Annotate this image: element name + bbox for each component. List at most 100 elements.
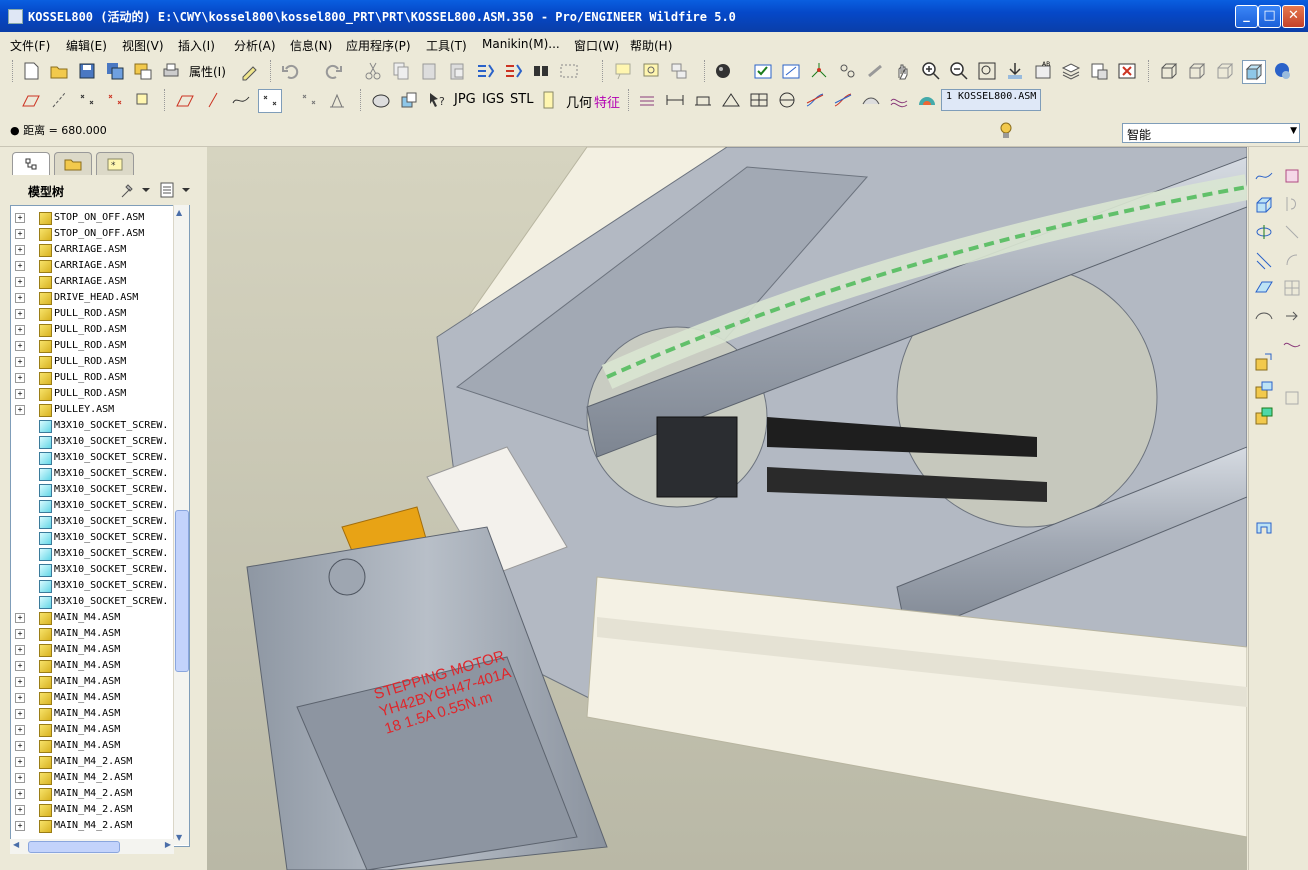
tree-item[interactable]: M3X10_SOCKET_SCREW. bbox=[11, 498, 171, 514]
rename-icon[interactable] bbox=[132, 60, 154, 82]
tree-item[interactable]: M3X10_SOCKET_SCREW. bbox=[11, 418, 171, 434]
undo-icon[interactable] bbox=[280, 60, 302, 82]
tree-item[interactable]: + MAIN_M4_2.ASM bbox=[11, 754, 171, 770]
tree-item[interactable]: + MAIN_M4_2.ASM bbox=[11, 818, 171, 834]
sweep-icon[interactable] bbox=[1253, 221, 1275, 243]
appearance-icon[interactable] bbox=[1272, 60, 1294, 82]
scroll-down-icon[interactable]: ▼ bbox=[176, 833, 182, 842]
copy-feature-icon[interactable] bbox=[1253, 351, 1275, 373]
tree-item[interactable]: M3X10_SOCKET_SCREW. bbox=[11, 434, 171, 450]
tab-folder-browser[interactable] bbox=[54, 152, 92, 175]
shading-icon[interactable] bbox=[712, 60, 734, 82]
graphics-window[interactable]: STEPPING MOTOR YH42BYGH47-401A 18 1.5A 0… bbox=[207, 147, 1247, 870]
menu-window[interactable]: 窗口(W) bbox=[574, 37, 619, 54]
expand-icon[interactable]: + bbox=[15, 741, 25, 751]
tree-item[interactable]: M3X10_SOCKET_SCREW. bbox=[11, 514, 171, 530]
find-icon[interactable] bbox=[530, 60, 552, 82]
tree-item[interactable]: M3X10_SOCKET_SCREW. bbox=[11, 450, 171, 466]
tree-item[interactable]: + STOP_ON_OFF.ASM bbox=[11, 226, 171, 242]
curve-analysis-icon[interactable] bbox=[804, 89, 826, 111]
expand-icon[interactable]: + bbox=[15, 677, 25, 687]
thicken-icon[interactable] bbox=[1253, 517, 1275, 539]
expand-icon[interactable]: + bbox=[15, 229, 25, 239]
annotation-icon[interactable] bbox=[612, 60, 634, 82]
tree-item[interactable]: + MAIN_M4_2.ASM bbox=[11, 786, 171, 802]
blend-icon[interactable] bbox=[1281, 221, 1303, 243]
tree-item[interactable]: + MAIN_M4.ASM bbox=[11, 706, 171, 722]
tree-item[interactable]: M3X10_SOCKET_SCREW. bbox=[11, 594, 171, 610]
extrude-icon[interactable] bbox=[1253, 193, 1275, 215]
tree-item[interactable]: + PULL_ROD.ASM bbox=[11, 370, 171, 386]
tree-item[interactable]: M3X10_SOCKET_SCREW. bbox=[11, 482, 171, 498]
expand-icon[interactable]: + bbox=[15, 341, 25, 351]
datum-plane-icon[interactable] bbox=[20, 89, 42, 111]
tree-vertical-scrollbar[interactable]: ▲ ▼ bbox=[173, 205, 189, 845]
no-hidden-icon[interactable] bbox=[1214, 60, 1236, 82]
menu-applications[interactable]: 应用程序(P) bbox=[346, 37, 411, 54]
toolbar-grip[interactable] bbox=[12, 60, 16, 82]
export-stl-button[interactable]: STL bbox=[510, 92, 533, 107]
sheet-icon[interactable] bbox=[538, 89, 560, 111]
reorient-icon[interactable] bbox=[1004, 60, 1026, 82]
zoom-in-icon[interactable] bbox=[920, 60, 942, 82]
layer-tree-icon[interactable] bbox=[1060, 60, 1082, 82]
lightbulb-icon[interactable] bbox=[1000, 121, 1012, 141]
mold-tool-icon[interactable] bbox=[636, 89, 658, 111]
maximize-button[interactable]: □ bbox=[1258, 5, 1281, 28]
insert-mode-icon[interactable] bbox=[1281, 305, 1303, 327]
expand-icon[interactable]: + bbox=[15, 293, 25, 303]
offset-icon[interactable] bbox=[298, 89, 320, 111]
scrollbar-thumb[interactable] bbox=[28, 841, 120, 853]
tree-item[interactable]: + MAIN_M4.ASM bbox=[11, 722, 171, 738]
expand-icon[interactable]: + bbox=[15, 645, 25, 655]
scroll-up-icon[interactable]: ▲ bbox=[176, 208, 182, 217]
feature-button[interactable]: 特征 bbox=[594, 92, 620, 111]
sketch-line-icon[interactable] bbox=[202, 89, 224, 111]
measure-length-icon[interactable] bbox=[692, 89, 714, 111]
tree-item[interactable]: + PULL_ROD.ASM bbox=[11, 386, 171, 402]
tree-item[interactable]: + MAIN_M4.ASM bbox=[11, 690, 171, 706]
expand-icon[interactable]: + bbox=[15, 213, 25, 223]
offset-feature-icon[interactable] bbox=[1281, 387, 1303, 409]
menu-analysis[interactable]: 分析(A) bbox=[234, 37, 276, 54]
expand-icon[interactable]: + bbox=[15, 757, 25, 767]
regenerate-icon[interactable] bbox=[474, 60, 496, 82]
round-icon[interactable] bbox=[1281, 249, 1303, 271]
expand-icon[interactable]: + bbox=[15, 325, 25, 335]
copy-icon[interactable] bbox=[390, 60, 412, 82]
curvature-icon[interactable] bbox=[832, 89, 854, 111]
tree-item[interactable]: + CARRIAGE.ASM bbox=[11, 274, 171, 290]
wireframe-icon[interactable] bbox=[1158, 60, 1180, 82]
measure-diameter-icon[interactable] bbox=[776, 89, 798, 111]
tree-item[interactable]: + CARRIAGE.ASM bbox=[11, 242, 171, 258]
component-icon[interactable] bbox=[370, 89, 392, 111]
expand-icon[interactable]: + bbox=[15, 629, 25, 639]
paste-special-icon[interactable] bbox=[446, 60, 468, 82]
toolbar-grip[interactable] bbox=[704, 60, 708, 82]
tree-item[interactable]: + PULLEY.ASM bbox=[11, 402, 171, 418]
boundary-blend-icon[interactable] bbox=[1253, 277, 1275, 299]
tree-item[interactable]: M3X10_SOCKET_SCREW. bbox=[11, 578, 171, 594]
tree-item[interactable]: + PULL_ROD.ASM bbox=[11, 322, 171, 338]
tree-item[interactable]: M3X10_SOCKET_SCREW. bbox=[11, 546, 171, 562]
expand-icon[interactable]: + bbox=[15, 357, 25, 367]
tree-item[interactable]: M3X10_SOCKET_SCREW. bbox=[11, 530, 171, 546]
scrollbar-thumb[interactable] bbox=[175, 510, 189, 672]
trim-icon[interactable] bbox=[1253, 405, 1275, 427]
regen-manager-icon[interactable] bbox=[502, 60, 524, 82]
point-tool-icon[interactable] bbox=[258, 89, 282, 113]
menu-tools[interactable]: 工具(T) bbox=[426, 37, 467, 54]
shaded-icon[interactable] bbox=[1242, 60, 1266, 84]
menu-insert[interactable]: 插入(I) bbox=[178, 37, 215, 54]
measure-area-icon[interactable] bbox=[748, 89, 770, 111]
expand-icon[interactable]: + bbox=[15, 405, 25, 415]
tree-item[interactable]: + MAIN_M4.ASM bbox=[11, 610, 171, 626]
panel-sash[interactable] bbox=[200, 147, 207, 870]
saved-views-icon[interactable]: AB bbox=[1032, 60, 1054, 82]
properties-button[interactable]: 属性(I) bbox=[189, 63, 226, 80]
select-box-icon[interactable] bbox=[558, 60, 580, 82]
tree-item[interactable]: + MAIN_M4.ASM bbox=[11, 658, 171, 674]
tree-item[interactable]: + CARRIAGE.ASM bbox=[11, 258, 171, 274]
open-folder-icon[interactable] bbox=[48, 60, 70, 82]
expand-icon[interactable]: + bbox=[15, 245, 25, 255]
